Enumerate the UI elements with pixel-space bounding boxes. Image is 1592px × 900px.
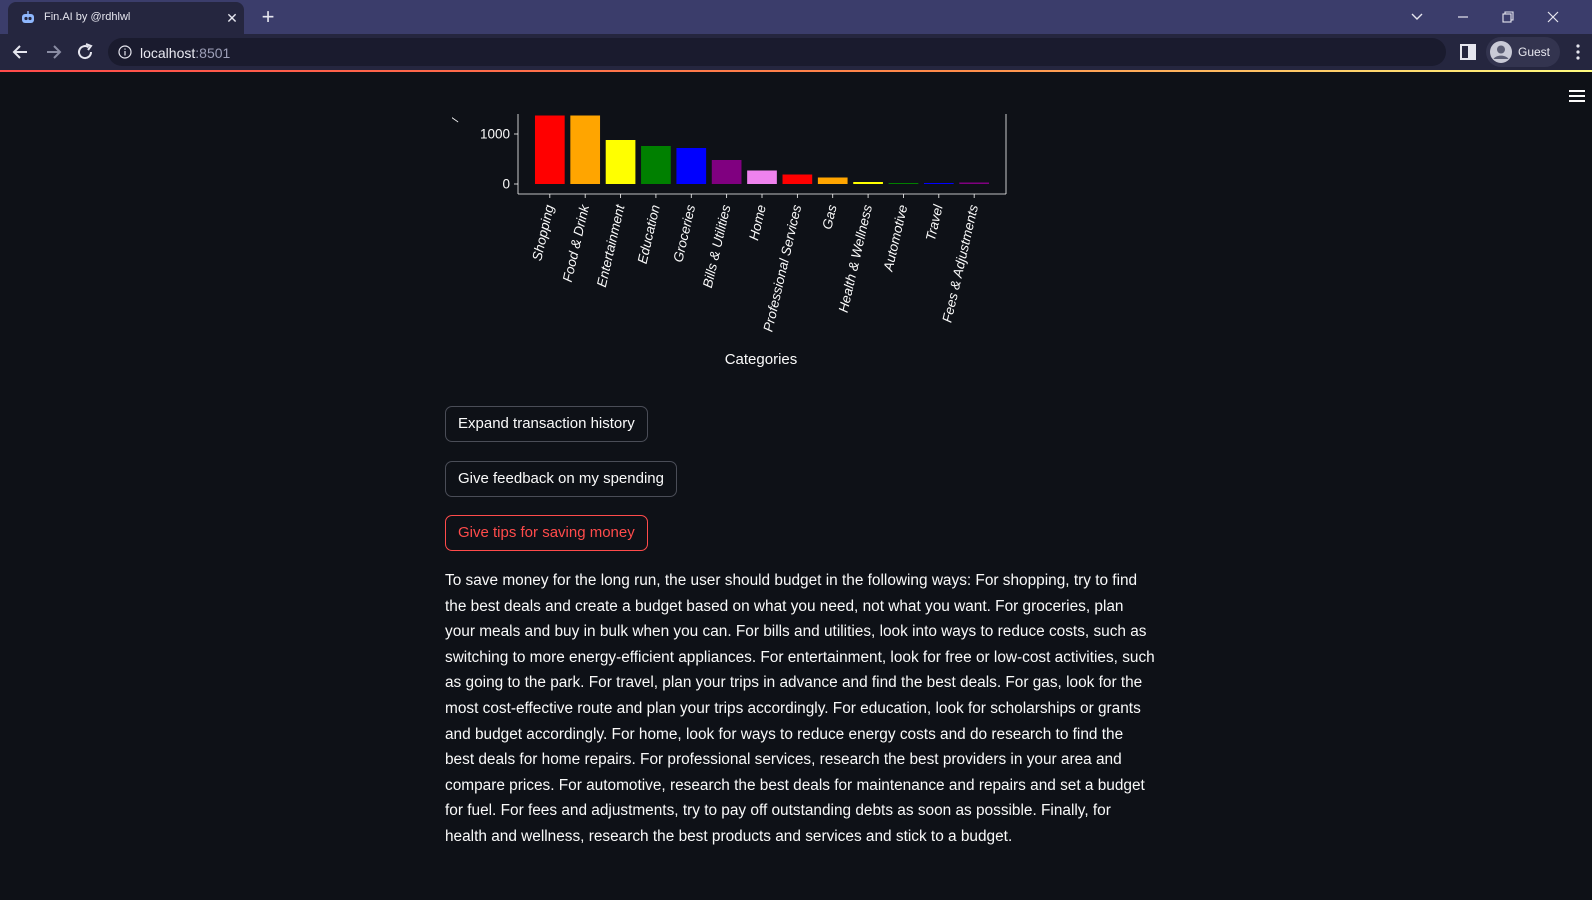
y-tick-label: 1000 [480, 127, 510, 142]
url-text: localhost:8501 [140, 45, 230, 61]
url-port: :8501 [195, 45, 231, 61]
avatar-icon [1490, 41, 1512, 63]
browser-tab[interactable]: Fin.AI by @rdhlwl ✕ [8, 2, 244, 34]
back-arrow-icon[interactable] [10, 41, 32, 63]
browser-tab-strip: Fin.AI by @rdhlwl ✕ + [0, 0, 1592, 34]
spending-bar-chart: / Shopping Food & Drink Entertainment Educa… [452, 114, 1007, 368]
bar-education [641, 146, 671, 184]
tab-title: Fin.AI by @rdhlwl [44, 11, 131, 23]
x-tick-label: Shopping [529, 203, 557, 262]
bar-health-wellness [853, 182, 883, 184]
x-tick-label: Food & Drink [560, 202, 593, 283]
profile-label: Guest [1518, 45, 1551, 59]
saving-tips-text: To save money for the long run, the user… [445, 572, 1155, 845]
x-tick-label: Professional Services [760, 203, 804, 333]
x-tick-label: Entertainment [594, 202, 628, 288]
main-menu-icon[interactable] [1568, 88, 1586, 104]
x-tick-label: Education [635, 203, 663, 265]
bar-travel [923, 183, 954, 184]
give-feedback-button[interactable]: Give feedback on my spending [445, 461, 677, 497]
new-tab-icon[interactable]: + [258, 6, 278, 28]
x-tick-label: Gas [819, 203, 839, 231]
x-tick-label: Fees & Adjustments [939, 203, 981, 324]
bar-home [747, 170, 777, 184]
expand-transaction-history-button[interactable]: Expand transaction history [445, 406, 648, 442]
give-tips-button[interactable]: Give tips for saving money [445, 515, 648, 551]
bar-food-drink [570, 115, 601, 184]
bar-shopping [534, 115, 565, 184]
address-bar[interactable]: localhost:8501 [108, 38, 1446, 66]
x-tick-label: Travel [923, 202, 946, 242]
browser-toolbar: localhost:8501 Guest [0, 34, 1592, 70]
x-tick-label: Home [746, 203, 769, 241]
bar-professional-services [782, 174, 813, 184]
restore-icon[interactable] [1495, 6, 1521, 28]
x-tick-label: Automotive [880, 203, 910, 273]
browser-menu-icon[interactable] [1570, 43, 1586, 61]
x-tick-label: Groceries [670, 203, 698, 264]
x-axis-label: Categories [725, 351, 798, 368]
bar-entertainment [605, 140, 636, 184]
tab-search-icon[interactable] [1404, 6, 1430, 28]
x-tick-label: Bills & Utilities [700, 203, 734, 289]
bar-groceries [676, 148, 707, 184]
x-tick-label: Health & Wellness [836, 203, 875, 314]
forward-arrow-icon[interactable] [42, 41, 64, 63]
bar-bills-utilities [711, 160, 742, 184]
profile-button[interactable]: Guest [1486, 37, 1560, 67]
bar-fees-adjustments [959, 182, 990, 184]
app-header-decoration [0, 70, 1592, 72]
bar-gas [817, 177, 848, 184]
url-host: localhost [140, 45, 196, 61]
site-info-icon[interactable] [118, 45, 132, 59]
reload-icon[interactable] [74, 41, 96, 63]
y-tick-label: 0 [502, 177, 510, 192]
close-tab-icon[interactable]: ✕ [224, 10, 240, 26]
close-window-icon[interactable] [1540, 6, 1566, 28]
minimize-icon[interactable] [1450, 6, 1476, 28]
robot-favicon-icon [22, 11, 34, 23]
bar-automotive [888, 183, 919, 184]
y-axis-label-fragment: / [452, 115, 462, 123]
side-panel-icon[interactable] [1458, 42, 1478, 62]
